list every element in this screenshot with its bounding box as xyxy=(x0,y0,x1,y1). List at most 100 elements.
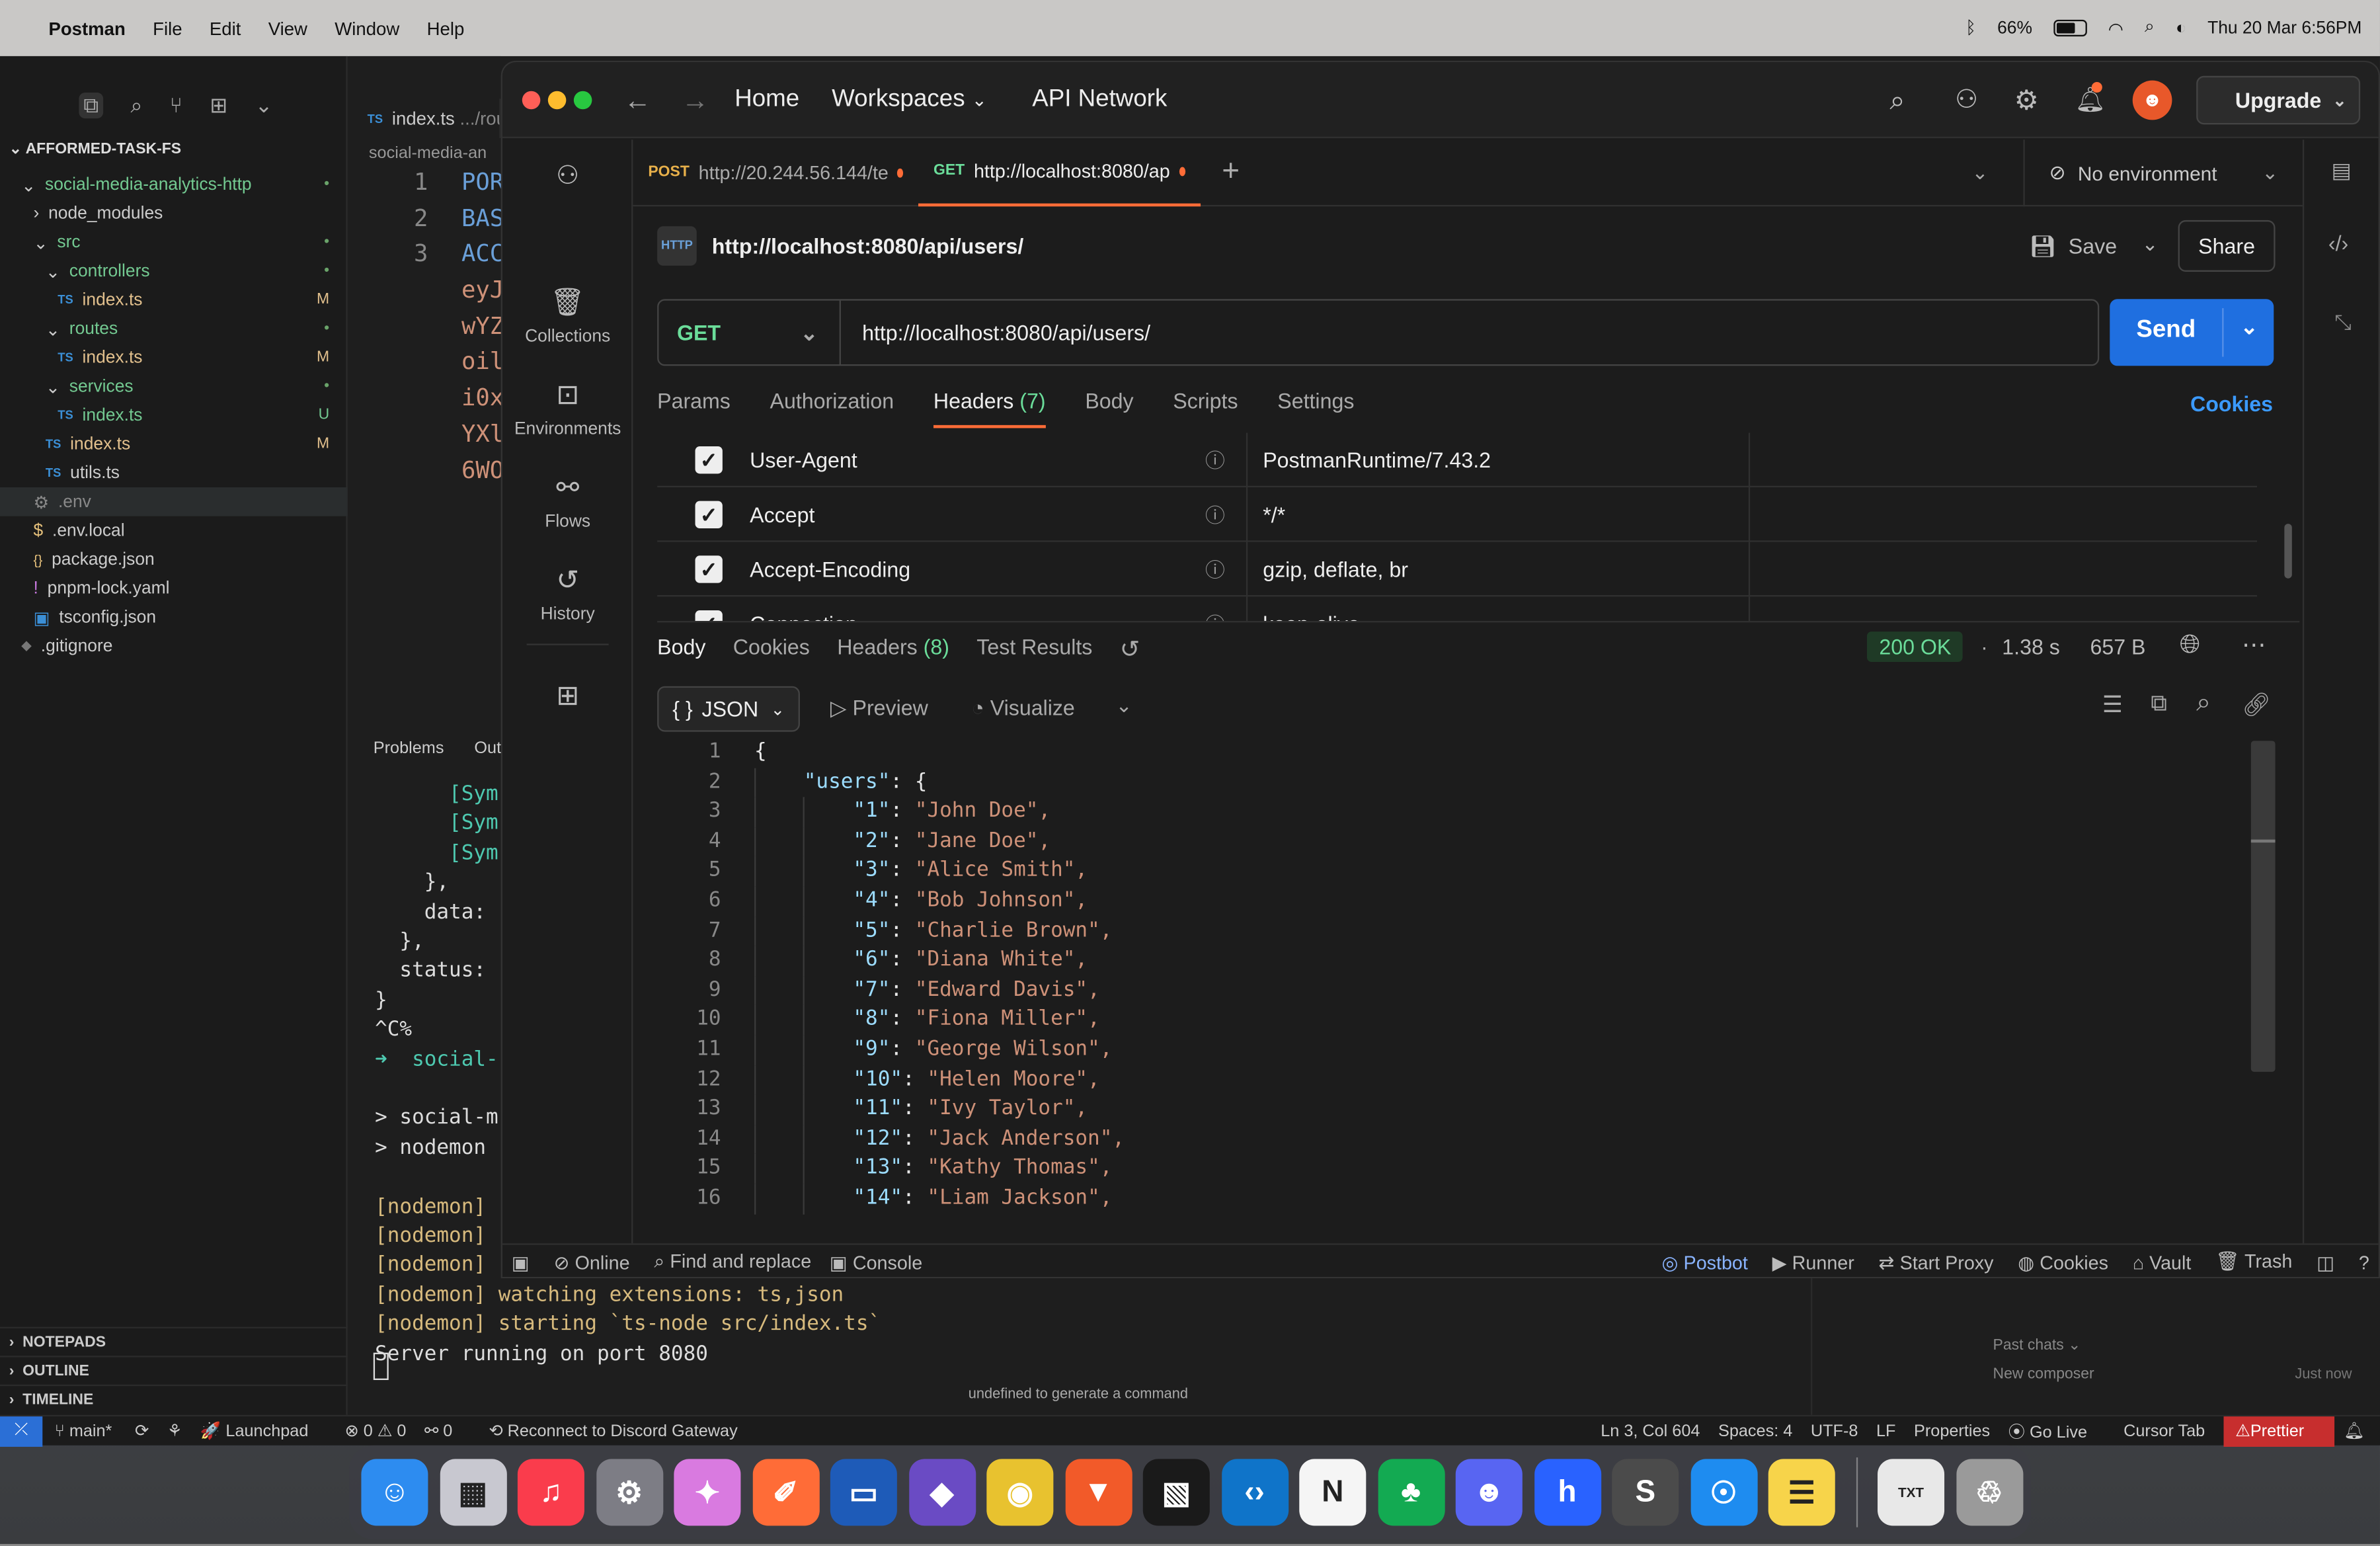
notifications-bell-icon[interactable]: 🔔︎ xyxy=(2075,62,2106,138)
chevron-down-icon[interactable]: ⌄ xyxy=(255,93,273,118)
dock-notion-icon[interactable]: N xyxy=(1299,1459,1367,1526)
tab-headers[interactable]: Headers (7) xyxy=(933,389,1046,428)
status-discord[interactable]: ⟲ Reconnect to Discord Gateway xyxy=(489,1421,756,1441)
dock-hashnode-icon[interactable]: h xyxy=(1534,1459,1601,1526)
method-select[interactable]: GET ⌄ xyxy=(658,300,841,365)
dock-perplexity-icon[interactable]: ✦ xyxy=(674,1459,741,1526)
tree-item[interactable]: TS index.ts M xyxy=(0,286,348,315)
menu-clock[interactable]: Thu 20 Mar 6:56PM xyxy=(2207,19,2361,38)
info-icon[interactable]: ⓘ xyxy=(1205,609,1246,621)
nav-workspaces[interactable]: Workspaces ⌄ xyxy=(832,62,987,138)
avatar[interactable]: ☻ xyxy=(2132,80,2172,120)
section-timeline[interactable]: › TIMELINE xyxy=(0,1384,348,1414)
tab-body[interactable]: Body xyxy=(1085,389,1133,428)
footer-start-proxy[interactable]: ⇄ Start Proxy xyxy=(1879,1251,1994,1274)
resp-tab-body[interactable]: Body xyxy=(657,635,705,665)
status-prettier[interactable]: ⚠ Prettier xyxy=(2223,1415,2335,1446)
section-notepads[interactable]: › NOTEPADS xyxy=(0,1326,348,1356)
header-checkbox[interactable]: ✓ xyxy=(695,609,723,622)
dock-chrome-icon[interactable]: ◉ xyxy=(986,1459,1054,1526)
sidebar-collections[interactable]: 🗑︎ Collections xyxy=(502,287,633,346)
search-icon[interactable]: ⌕ xyxy=(130,93,142,118)
footer-trash[interactable]: 🗑︎ Trash xyxy=(2215,1251,2292,1274)
dock-sublime-text-icon[interactable]: S xyxy=(1612,1459,1679,1526)
visualize-button[interactable]: ◔ Visualize xyxy=(971,696,1074,720)
tree-item[interactable]: ⌄ controllers • xyxy=(0,257,348,286)
nav-api-network[interactable]: API Network xyxy=(1032,62,1167,138)
tree-item[interactable]: ⌄ routes • xyxy=(0,314,348,343)
sidebar-flows[interactable]: ⚯ Flows xyxy=(502,472,633,532)
tab-params[interactable]: Params xyxy=(657,389,731,428)
panel-tab-output[interactable]: Out xyxy=(474,739,501,758)
tree-item[interactable]: ! pnpm-lock.yaml xyxy=(0,574,348,603)
dock-cursor-icon[interactable]: ▧ xyxy=(1142,1459,1210,1526)
header-key[interactable]: Accept-Encoding xyxy=(750,556,1205,581)
header-value[interactable]: PostmanRuntime/7.43.2 xyxy=(1263,447,1749,471)
header-key[interactable]: Accept xyxy=(750,502,1205,526)
dock-trash-icon[interactable]: ♲ xyxy=(1956,1459,2023,1526)
dock-notes-icon[interactable]: ☰ xyxy=(1768,1459,1835,1526)
status-golive[interactable]: ⦿ Go Live xyxy=(2008,1419,2106,1444)
link-icon[interactable]: 🔗︎ xyxy=(2242,691,2271,718)
resp-tab-cookies[interactable]: Cookies xyxy=(733,635,810,665)
tree-item[interactable]: TS utils.ts xyxy=(0,458,348,487)
response-body[interactable]: 1{2 "users": {3 "1": "John Doe", 4 "2": "… xyxy=(657,738,2297,1239)
header-key[interactable]: User-Agent xyxy=(750,447,1205,471)
close-window-button[interactable] xyxy=(522,91,541,110)
status-badge[interactable]: 200 OK xyxy=(1866,631,1964,663)
zoom-window-button[interactable] xyxy=(573,91,592,110)
search-response-icon[interactable]: ⌕ xyxy=(2196,688,2211,718)
response-size[interactable]: 657 B xyxy=(2090,635,2145,659)
dock-text-file-icon[interactable]: TXT xyxy=(1878,1459,1945,1526)
dock-safari-icon[interactable]: ☉ xyxy=(1690,1459,1757,1526)
tree-item[interactable]: ⌄ src • xyxy=(0,227,348,257)
bluetooth-icon[interactable]: ᛒ xyxy=(1965,19,1976,38)
visualize-chevron-icon[interactable]: ⌄ xyxy=(1115,694,1132,718)
tab-post-request[interactable]: POST http://20.244.56.144/te xyxy=(633,139,918,206)
back-arrow-icon[interactable]: ← xyxy=(624,62,651,138)
tree-item[interactable]: TS index.ts M xyxy=(0,343,348,372)
format-select[interactable]: { } JSON ⌄ xyxy=(657,686,800,732)
menu-view[interactable]: View xyxy=(268,17,307,38)
network-globe-icon[interactable]: 🌐︎ xyxy=(2180,630,2200,661)
menu-help[interactable]: Help xyxy=(427,17,465,38)
wifi-icon[interactable]: ◠ xyxy=(2108,17,2123,39)
tree-item[interactable]: TS index.ts U xyxy=(0,401,348,430)
dock-mongodb-compass-icon[interactable]: ♣ xyxy=(1377,1459,1445,1526)
header-key[interactable]: Connection xyxy=(750,611,1205,621)
dock-windows-app-icon[interactable]: ▭ xyxy=(830,1459,897,1526)
header-value[interactable]: */* xyxy=(1263,502,1749,526)
two-pane-view-icon[interactable]: ◫ xyxy=(2317,1251,2334,1274)
status-spaces[interactable]: Spaces: 4 xyxy=(1718,1422,1792,1440)
tree-item[interactable]: › node_modules xyxy=(0,199,348,228)
control-center-icon[interactable]: ◐ xyxy=(2176,19,2186,38)
resp-tab-test-results[interactable]: Test Results xyxy=(976,635,1092,665)
tab-authorization[interactable]: Authorization xyxy=(770,389,894,428)
source-control-icon[interactable]: ⑂ xyxy=(170,93,182,118)
status-eol[interactable]: LF xyxy=(1876,1422,1895,1440)
upgrade-button[interactable]: Upgrade ⌄ xyxy=(2196,75,2361,125)
info-icon[interactable]: ⓘ xyxy=(1205,499,1246,528)
tab-settings[interactable]: Settings xyxy=(1277,389,1354,428)
status-encoding[interactable]: UTF-8 xyxy=(1811,1422,1858,1440)
tree-item[interactable]: ▣ tsconfig.json xyxy=(0,602,348,631)
dock-obsidian-icon[interactable]: ◆ xyxy=(908,1459,976,1526)
response-time[interactable]: 1.38 s xyxy=(2002,635,2060,659)
menu-file[interactable]: File xyxy=(153,17,182,38)
menu-edit[interactable]: Edit xyxy=(210,17,241,38)
footer-console[interactable]: ▣ Console xyxy=(830,1251,922,1274)
save-button[interactable]: 💾︎ Save xyxy=(2030,220,2117,272)
info-icon[interactable]: ⓘ xyxy=(1205,445,1246,474)
tree-item[interactable]: ⚙ .env xyxy=(0,487,348,516)
code-snippet-icon[interactable]: ‹/› xyxy=(2328,231,2348,255)
toggle-sidebar-icon[interactable]: ▣ xyxy=(512,1251,530,1274)
info-icon[interactable]: ⓘ xyxy=(1205,554,1246,583)
configure-sidebar-icon[interactable]: ⊞ xyxy=(502,680,633,712)
status-problems[interactable]: ⊗ 0 ⚠ 0 xyxy=(345,1421,407,1441)
header-checkbox[interactable]: ✓ xyxy=(695,555,723,583)
explorer-project-title[interactable]: ⌄ AFFORMED-TASK-FS xyxy=(9,142,181,158)
expand-icon[interactable]: ⤡ xyxy=(2334,309,2352,335)
new-composer-item[interactable]: New composer xyxy=(1993,1366,2094,1383)
past-chats-label[interactable]: Past chats ⌄ xyxy=(1993,1338,2081,1354)
tree-item[interactable]: $ .env.local xyxy=(0,516,348,546)
